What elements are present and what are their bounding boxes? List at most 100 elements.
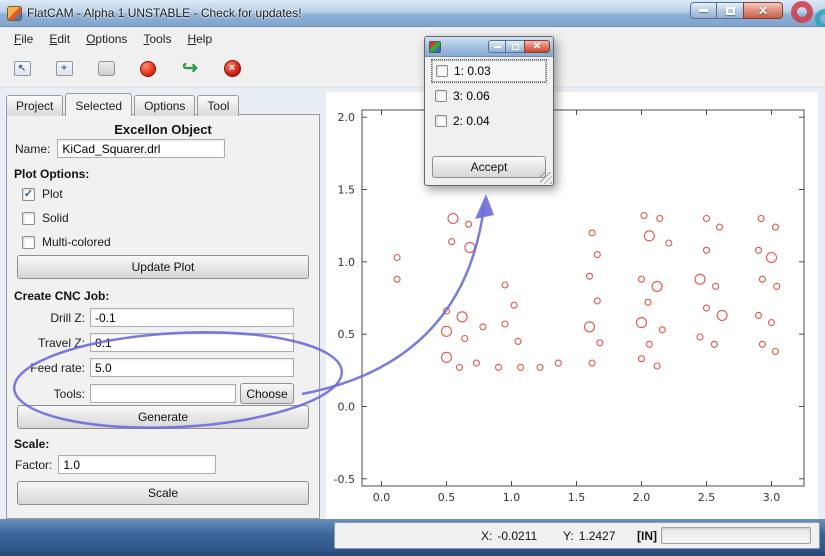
tool-option-3[interactable]: 3: 0.06: [432, 85, 546, 107]
titlebar[interactable]: FlatCAM - Alpha 1 UNSTABLE - Check for u…: [0, 0, 825, 27]
menu-bar: File Edit Options Tools Help: [0, 28, 825, 50]
menu-edit[interactable]: Edit: [41, 29, 78, 49]
choose-tools-button[interactable]: Choose: [240, 383, 294, 404]
svg-text:0.5: 0.5: [338, 328, 356, 341]
status-panel: X: -0.0211 Y: 1.2427 [IN]: [334, 522, 820, 549]
dialog-close-button[interactable]: ✕: [524, 40, 550, 53]
feed-rate-input[interactable]: [90, 358, 294, 377]
tab-options[interactable]: Options: [134, 95, 195, 116]
drill-z-input[interactable]: [90, 308, 294, 327]
tab-project[interactable]: Project: [6, 95, 63, 116]
plot-checkbox[interactable]: ✓: [22, 188, 35, 201]
maximize-button[interactable]: [717, 2, 743, 19]
plot-options-heading: Plot Options:: [14, 167, 89, 181]
travel-z-input[interactable]: [90, 333, 294, 352]
tool-1-label: 1: 0.03: [454, 64, 491, 78]
window-title: FlatCAM - Alpha 1 UNSTABLE - Check for u…: [27, 6, 302, 20]
dialog-close-icon: ✕: [533, 42, 541, 52]
tab-selected[interactable]: Selected: [65, 93, 132, 116]
open-project-button[interactable]: ↖: [8, 55, 36, 83]
solid-checkbox[interactable]: [22, 212, 35, 225]
tool-3-checkbox[interactable]: [435, 90, 447, 102]
y-label: Y:: [563, 529, 574, 543]
replot-icon: ↪: [182, 59, 198, 78]
tab-bar: Project Selected Options Tool: [6, 93, 241, 116]
svg-text:2.0: 2.0: [338, 111, 356, 124]
save-project-icon: [98, 61, 115, 76]
tool-option-1[interactable]: 1: 0.03: [432, 60, 546, 82]
multicolored-checkbox-label: Multi-colored: [42, 235, 111, 249]
dialog-controls: ✕: [488, 40, 550, 53]
app-icon: [7, 6, 22, 21]
svg-text:0.5: 0.5: [438, 491, 456, 504]
object-heading: Excellon Object: [7, 122, 319, 137]
flatcam-window: FlatCAM - Alpha 1 UNSTABLE - Check for u…: [0, 0, 825, 556]
tool-2-checkbox[interactable]: [435, 115, 447, 127]
wallpaper-glimpse: [785, 0, 825, 27]
status-bar: X: -0.0211 Y: 1.2427 [IN]: [0, 519, 825, 556]
drill-z-label: Drill Z:: [7, 311, 85, 325]
selected-tab-pane: Excellon Object Name: Plot Options: ✓ Pl…: [6, 114, 320, 519]
replot-button[interactable]: ↪: [176, 55, 204, 83]
accept-button[interactable]: Accept: [432, 156, 546, 178]
tools-label: Tools:: [7, 387, 85, 401]
multicolored-checkbox[interactable]: [22, 236, 35, 249]
y-value: 1.2427: [579, 529, 616, 543]
tab-tool[interactable]: Tool: [197, 95, 239, 116]
menu-tools[interactable]: Tools: [135, 29, 179, 49]
svg-text:-0.5: -0.5: [334, 473, 355, 486]
window-controls: ✕: [690, 2, 783, 19]
name-label: Name:: [15, 142, 50, 156]
dialog-icon: [429, 41, 441, 53]
scale-button[interactable]: Scale: [17, 481, 309, 505]
generate-button[interactable]: Generate: [17, 405, 309, 429]
dialog-maximize-button[interactable]: [506, 40, 524, 53]
tools-dialog: ✕ 1: 0.03 3: 0.06 2: 0.04 Accept: [424, 36, 554, 186]
menu-options[interactable]: Options: [78, 29, 135, 49]
minimize-button[interactable]: [690, 2, 717, 19]
new-object-icon: +: [56, 61, 73, 76]
dialog-minimize-button[interactable]: [488, 40, 506, 53]
tools-input[interactable]: [90, 384, 236, 403]
tool-2-label: 2: 0.04: [453, 114, 490, 128]
maximize-icon: [726, 7, 735, 15]
factor-input[interactable]: [58, 455, 216, 474]
resize-grip-icon[interactable]: [540, 172, 552, 184]
cursor-x-readout: X: -0.0211: [481, 529, 537, 543]
svg-text:2.0: 2.0: [633, 491, 651, 504]
close-button[interactable]: ✕: [743, 2, 783, 19]
plot-checkbox-label: Plot: [42, 187, 63, 201]
record-button[interactable]: [134, 55, 162, 83]
name-input[interactable]: [57, 139, 225, 158]
clear-plot-button[interactable]: ×: [218, 55, 246, 83]
plot-canvas[interactable]: 0.00.51.01.52.02.53.0-0.50.00.51.01.52.0: [326, 92, 818, 520]
dialog-maximize-icon: [512, 44, 519, 50]
tool-1-checkbox[interactable]: [436, 65, 448, 77]
svg-text:1.0: 1.0: [503, 491, 521, 504]
dialog-titlebar[interactable]: ✕: [425, 37, 553, 57]
dialog-minimize-icon: [494, 46, 501, 48]
wallpaper-ring-red: [791, 1, 813, 23]
tool-option-2[interactable]: 2: 0.04: [432, 110, 546, 132]
cnc-heading: Create CNC Job:: [14, 289, 109, 303]
x-label: X:: [481, 529, 492, 543]
progress-bar: [661, 527, 811, 544]
svg-text:1.5: 1.5: [568, 491, 586, 504]
tool-3-label: 3: 0.06: [453, 89, 490, 103]
solid-checkbox-label: Solid: [42, 211, 69, 225]
toolbar: ↖ + ↪ ×: [0, 50, 825, 88]
svg-text:0.0: 0.0: [338, 401, 356, 414]
open-project-icon: ↖: [14, 61, 31, 76]
save-project-button[interactable]: [92, 55, 120, 83]
record-icon: [140, 61, 156, 77]
menu-help[interactable]: Help: [179, 29, 220, 49]
x-value: -0.0211: [497, 529, 537, 543]
close-icon: ✕: [758, 5, 768, 17]
new-object-button[interactable]: +: [50, 55, 78, 83]
menu-file[interactable]: File: [6, 29, 41, 49]
clear-plot-icon: ×: [224, 60, 241, 77]
update-plot-button[interactable]: Update Plot: [17, 255, 309, 279]
cursor-y-readout: Y: 1.2427: [563, 529, 615, 543]
plot-panel: 0.00.51.01.52.02.53.0-0.50.00.51.01.52.0: [326, 92, 818, 520]
minimize-icon: [699, 9, 708, 12]
